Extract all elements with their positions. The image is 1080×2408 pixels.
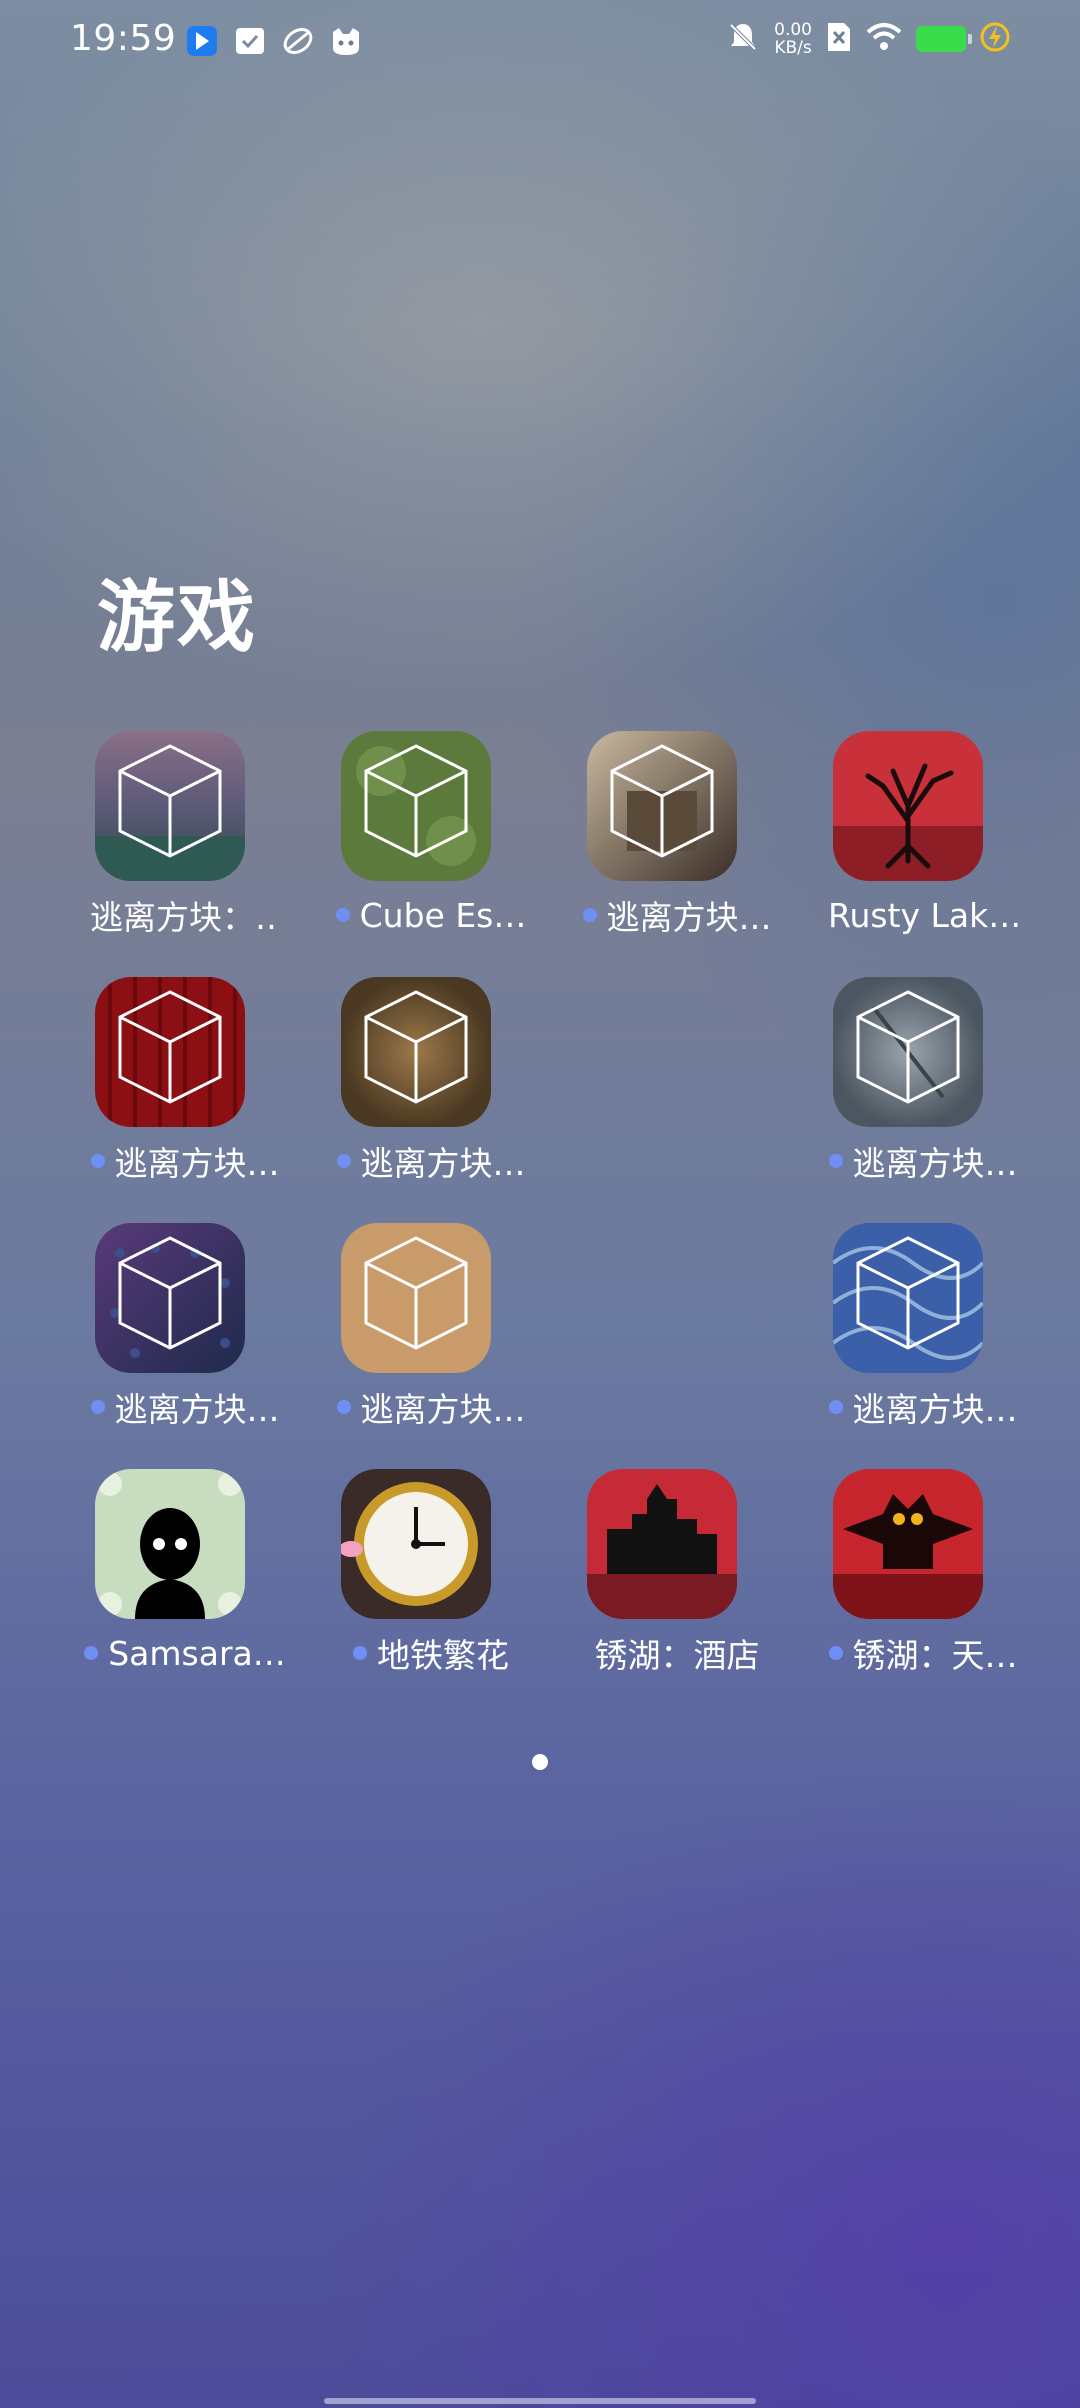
app-label: 地铁繁花 (308, 1633, 554, 1675)
cube-escape-icon (341, 977, 491, 1127)
cube-escape-icon (95, 977, 245, 1127)
network-speed: 0.00 KB/s (774, 21, 812, 57)
app-cube-escape-10[interactable]: 逃离方块… (800, 1223, 1046, 1429)
app-notification-blue-icon (185, 24, 219, 58)
new-app-dot (582, 908, 597, 922)
clock-icon (341, 1469, 491, 1619)
cube-escape-icon (341, 1223, 491, 1373)
app-label: 逃离方块… (800, 1141, 1046, 1183)
new-app-dot (90, 1400, 105, 1414)
notification-icons (185, 24, 363, 58)
new-app-dot (353, 1646, 367, 1660)
folder-title: 游戏 (97, 573, 258, 663)
app-label: 逃离方块… (62, 1141, 308, 1183)
wifi-icon (866, 22, 902, 56)
new-app-dot (90, 1154, 105, 1168)
network-speed-value: 0.00 (774, 20, 812, 40)
app-cube-escape-6[interactable]: 逃离方块… (308, 977, 554, 1183)
app-label: 逃离方块：… (90, 898, 280, 937)
status-time: 19:59 (70, 18, 177, 59)
app-cube-escape-1[interactable]: 逃离方块：… (62, 731, 308, 937)
cube-escape-icon (95, 731, 245, 881)
app-metro-flowers[interactable]: 地铁繁花 (308, 1469, 554, 1675)
app-label: 逃离方块… (554, 895, 800, 937)
app-samsara[interactable]: Samsara… (62, 1469, 308, 1673)
silhouette-icon (95, 1469, 245, 1619)
cube-escape-icon (95, 1223, 245, 1373)
app-label: Rusty Lak… (828, 895, 1018, 935)
app-rusty-lake-paradise[interactable]: 锈湖：天… (800, 1469, 1046, 1675)
tree-icon (833, 731, 983, 881)
hotel-icon (587, 1469, 737, 1619)
new-app-dot (84, 1646, 99, 1660)
new-app-dot (828, 1400, 843, 1414)
cube-escape-icon (341, 731, 491, 881)
leaf-icon (281, 24, 315, 58)
charging-icon (980, 21, 1010, 57)
app-cube-escape-8[interactable]: 逃离方块… (62, 1223, 308, 1429)
app-rusty-lake-hotel[interactable]: 锈湖：酒店 (554, 1469, 800, 1675)
cat-face-icon (329, 24, 363, 58)
new-app-dot (336, 1400, 351, 1414)
owl-icon (833, 1469, 983, 1619)
app-rusty-lake[interactable]: Rusty Lak… (800, 731, 1046, 935)
battery-icon (916, 26, 972, 52)
network-speed-unit: KB/s (774, 38, 812, 58)
app-cube-escape-5[interactable]: 逃离方块… (62, 977, 308, 1183)
new-app-dot (828, 1154, 843, 1168)
home-gesture-bar[interactable] (324, 2398, 756, 2404)
app-label: Samsara… (62, 1633, 308, 1673)
inbox-icon (233, 24, 267, 58)
cube-escape-icon (587, 731, 737, 881)
app-label: 逃离方块… (800, 1387, 1046, 1429)
cube-escape-icon (833, 977, 983, 1127)
no-sim-icon (826, 21, 852, 57)
app-label: 逃离方块… (62, 1387, 308, 1429)
app-label: 逃离方块… (308, 1387, 554, 1429)
new-app-dot (336, 1154, 351, 1168)
page-indicator-dot[interactable] (532, 1754, 548, 1770)
app-cube-escape-2[interactable]: Cube Es… (308, 731, 554, 935)
app-label: 锈湖：天… (800, 1633, 1046, 1675)
app-label: 逃离方块… (308, 1141, 554, 1183)
cube-escape-icon (833, 1223, 983, 1373)
new-app-dot (335, 908, 350, 922)
app-cube-escape-9[interactable]: 逃离方块… (308, 1223, 554, 1429)
app-cube-escape-7[interactable]: 逃离方块… (800, 977, 1046, 1183)
mute-bell-icon (726, 20, 760, 58)
new-app-dot (828, 1646, 843, 1660)
system-status-icons: 0.00 KB/s (726, 20, 1010, 58)
status-bar: 19:59 0.00 KB/s (0, 0, 1080, 84)
app-label: 锈湖：酒店 (594, 1636, 760, 1675)
app-cube-escape-3[interactable]: 逃离方块… (554, 731, 800, 937)
app-label: Cube Es… (308, 895, 554, 935)
